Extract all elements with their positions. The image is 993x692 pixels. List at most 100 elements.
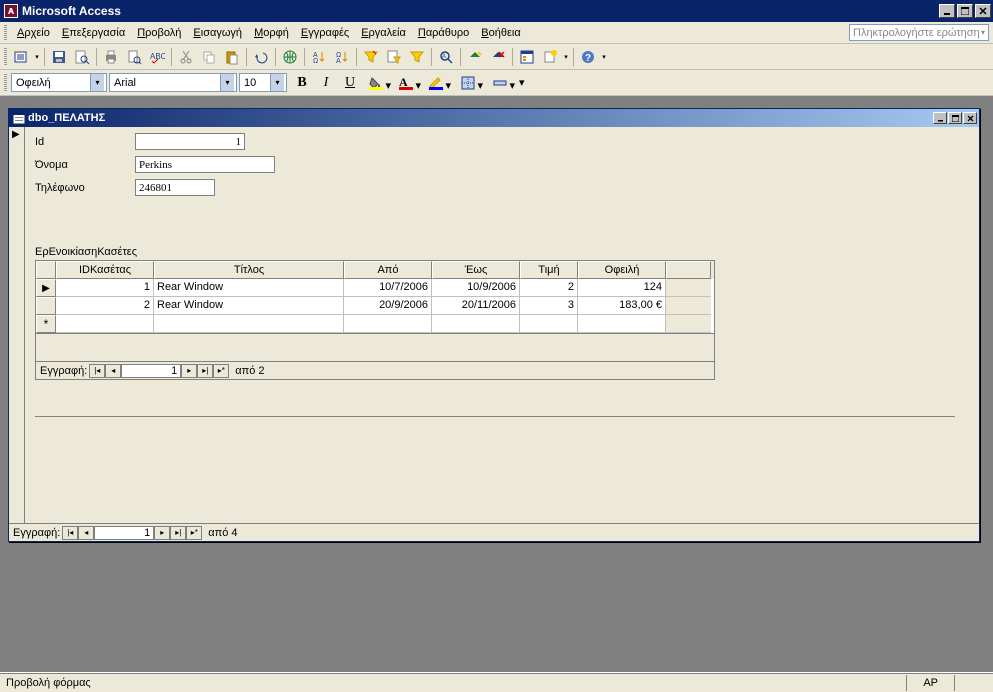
sort-asc-button[interactable]: AΩ bbox=[308, 46, 330, 68]
view-button[interactable] bbox=[10, 46, 32, 68]
apply-filter-button[interactable] bbox=[406, 46, 428, 68]
form-maximize-button[interactable] bbox=[948, 112, 962, 124]
menu-file[interactable]: Αρχείο bbox=[11, 25, 56, 41]
format-toolbar: Οφειλή▾ Arial▾ 10▾ B I U ▾ A▾ ▾ ▾ ▾ ▾ bbox=[0, 70, 993, 96]
special-effect-button[interactable]: ▾ bbox=[489, 72, 517, 94]
filter-form-button[interactable] bbox=[383, 46, 405, 68]
search-file-button[interactable] bbox=[71, 46, 93, 68]
form-body: ▶ Id Όνομα Τηλέφωνο ΕρΕνοικίασηΚασέτες I… bbox=[9, 127, 979, 541]
help-button[interactable]: ? bbox=[577, 46, 599, 68]
menu-insert[interactable]: Εισαγωγή bbox=[187, 25, 248, 41]
nav-next-button[interactable]: ▸ bbox=[181, 364, 197, 378]
minimize-button[interactable] bbox=[939, 4, 955, 18]
subform-record-navigator: Εγγραφή: |◂ ◂ 1 ▸ ▸| ▸* από 2 bbox=[35, 362, 715, 380]
status-mode: AP bbox=[906, 675, 954, 691]
menu-records[interactable]: Εγγραφές bbox=[295, 25, 355, 41]
underline-button[interactable]: U bbox=[339, 72, 361, 94]
status-bar: Προβολή φόρμας AP bbox=[0, 672, 993, 692]
nav-new-button[interactable]: ▸* bbox=[186, 526, 202, 540]
app-title: Microsoft Access bbox=[22, 4, 121, 18]
fill-color-button[interactable]: ▾ bbox=[365, 72, 393, 94]
nav-prev-button[interactable]: ◂ bbox=[105, 364, 121, 378]
id-field[interactable] bbox=[135, 133, 245, 150]
menu-window[interactable]: Παράθυρο bbox=[412, 25, 475, 41]
new-record-button[interactable] bbox=[464, 46, 486, 68]
id-label: Id bbox=[35, 136, 135, 148]
nav-first-button[interactable]: |◂ bbox=[89, 364, 105, 378]
table-row[interactable]: ▶ 1 Rear Window 10/7/2006 10/9/2006 2 12… bbox=[36, 279, 714, 297]
nav-of-text: από 2 bbox=[235, 365, 264, 377]
menu-help[interactable]: Βοήθεια bbox=[475, 25, 526, 41]
toolbar-options[interactable]: ▾ bbox=[519, 76, 525, 89]
toolbar-grip[interactable] bbox=[4, 25, 7, 41]
nav-last-button[interactable]: ▸| bbox=[170, 526, 186, 540]
nav-new-button[interactable]: ▸* bbox=[213, 364, 229, 378]
font-combo[interactable]: Arial▾ bbox=[109, 73, 237, 92]
menu-view[interactable]: Προβολή bbox=[131, 25, 187, 41]
name-label: Όνομα bbox=[35, 159, 135, 171]
form-close-button[interactable] bbox=[963, 112, 977, 124]
filter-selection-button[interactable] bbox=[360, 46, 382, 68]
nav-record-number[interactable]: 1 bbox=[94, 526, 154, 540]
column-header[interactable]: Οφειλή bbox=[578, 261, 666, 279]
find-button[interactable]: A bbox=[435, 46, 457, 68]
nav-prev-button[interactable]: ◂ bbox=[78, 526, 94, 540]
phone-label: Τηλέφωνο bbox=[35, 182, 135, 194]
column-header[interactable]: Από bbox=[344, 261, 432, 279]
column-header[interactable]: Έως bbox=[432, 261, 520, 279]
svg-text:A: A bbox=[442, 54, 446, 60]
record-selector[interactable]: ▶ bbox=[9, 127, 25, 523]
italic-button[interactable]: I bbox=[315, 72, 337, 94]
print-preview-button[interactable] bbox=[123, 46, 145, 68]
menu-edit[interactable]: Επεξεργασία bbox=[56, 25, 131, 41]
status-panel-empty bbox=[954, 675, 987, 691]
cut-button[interactable] bbox=[175, 46, 197, 68]
sort-desc-button[interactable]: ΩA bbox=[331, 46, 353, 68]
menu-format[interactable]: Μορφή bbox=[248, 25, 295, 41]
nav-label: Εγγραφή: bbox=[13, 527, 60, 539]
name-field[interactable] bbox=[135, 156, 275, 173]
nav-next-button[interactable]: ▸ bbox=[154, 526, 170, 540]
column-header[interactable]: Τιμή bbox=[520, 261, 578, 279]
line-color-button[interactable]: ▾ bbox=[425, 72, 453, 94]
view-dropdown[interactable]: ▾ bbox=[33, 53, 41, 61]
print-button[interactable] bbox=[100, 46, 122, 68]
copy-button[interactable] bbox=[198, 46, 220, 68]
border-button[interactable]: ▾ bbox=[457, 72, 485, 94]
font-color-button[interactable]: A▾ bbox=[395, 72, 423, 94]
phone-field[interactable] bbox=[135, 179, 215, 196]
object-combo[interactable]: Οφειλή▾ bbox=[11, 73, 107, 92]
form-minimize-button[interactable] bbox=[933, 112, 947, 124]
form-window: dbo_ΠΕΛΑΤΗΣ ▶ Id Όνομα Τηλέφωνο bbox=[8, 108, 980, 542]
new-object-button[interactable] bbox=[539, 46, 561, 68]
form-titlebar[interactable]: dbo_ΠΕΛΑΤΗΣ bbox=[9, 109, 979, 127]
save-button[interactable] bbox=[48, 46, 70, 68]
column-header[interactable]: Τίτλος bbox=[154, 261, 344, 279]
paste-button[interactable] bbox=[221, 46, 243, 68]
subform-label: ΕρΕνοικίασηΚασέτες bbox=[35, 246, 969, 258]
table-new-row[interactable] bbox=[36, 315, 714, 333]
toolbar-options[interactable]: ▾ bbox=[600, 53, 608, 61]
maximize-button[interactable] bbox=[957, 4, 973, 18]
menu-tools[interactable]: Εργαλεία bbox=[355, 25, 412, 41]
column-header[interactable]: IDΚασέτας bbox=[56, 261, 154, 279]
hyperlink-button[interactable] bbox=[279, 46, 301, 68]
bold-button[interactable]: B bbox=[291, 72, 313, 94]
delete-record-button[interactable] bbox=[487, 46, 509, 68]
font-size-combo[interactable]: 10▾ bbox=[239, 73, 287, 92]
close-button[interactable] bbox=[975, 4, 991, 18]
database-window-button[interactable] bbox=[516, 46, 538, 68]
subform-datasheet: IDΚασέταςΤίτλοςΑπόΈωςΤιμήΟφειλή ▶ 1 Rear… bbox=[35, 260, 715, 362]
nav-first-button[interactable]: |◂ bbox=[62, 526, 78, 540]
toolbar-grip[interactable] bbox=[4, 48, 7, 66]
undo-button[interactable] bbox=[250, 46, 272, 68]
ask-a-question-box[interactable]: Πληκτρολογήστε ερώτηση▾ bbox=[849, 24, 989, 41]
new-object-dropdown[interactable]: ▾ bbox=[562, 53, 570, 61]
nav-label: Εγγραφή: bbox=[40, 365, 87, 377]
toolbar-grip[interactable] bbox=[4, 74, 7, 92]
nav-of-text: από 4 bbox=[208, 527, 237, 539]
table-row[interactable]: 2 Rear Window 20/9/2006 20/11/2006 3 183… bbox=[36, 297, 714, 315]
nav-record-number[interactable]: 1 bbox=[121, 364, 181, 378]
nav-last-button[interactable]: ▸| bbox=[197, 364, 213, 378]
spelling-button[interactable]: ABC bbox=[146, 46, 168, 68]
